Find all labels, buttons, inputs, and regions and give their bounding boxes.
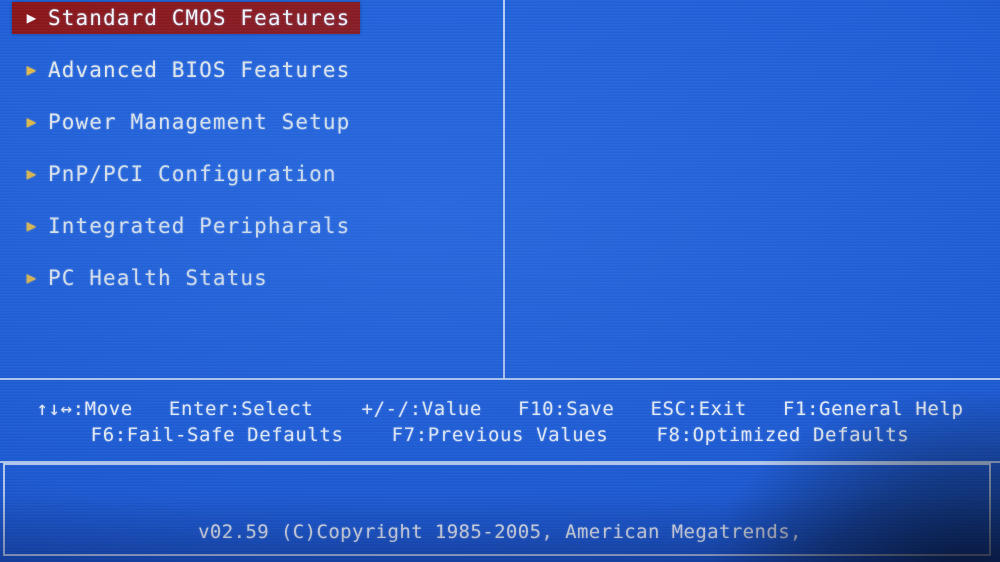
main-menu-panel: ▶ Standard CMOS Features ▶ Advanced BIOS…: [0, 0, 1000, 380]
menu-item-label: Power Management Setup: [48, 110, 351, 134]
copyright-text: v02.59 (C)Copyright 1985-2005, American …: [198, 521, 802, 543]
hotkey-help-line-2: F6:Fail-Safe Defaults F7:Previous Values…: [90, 424, 910, 446]
menu-item-label: Integrated Peripharals: [48, 214, 351, 238]
menu-item-pnp-pci-configuration[interactable]: ▶ PnP/PCI Configuration: [12, 158, 347, 190]
arrow-right-icon: ▶: [26, 60, 38, 79]
arrow-right-icon: ▶: [26, 216, 38, 235]
arrow-right-icon: ▶: [26, 8, 38, 27]
arrow-right-icon: ▶: [26, 164, 38, 183]
menu-item-advanced-bios-features[interactable]: ▶ Advanced BIOS Features: [12, 54, 360, 86]
arrow-right-icon: ▶: [26, 112, 38, 131]
menu-item-pc-health-status[interactable]: ▶ PC Health Status: [12, 262, 278, 294]
menu-item-label: PnP/PCI Configuration: [48, 162, 337, 186]
menu-item-label: PC Health Status: [48, 266, 268, 290]
bios-setup-screen: ▶ Standard CMOS Features ▶ Advanced BIOS…: [0, 0, 1000, 562]
menu-item-power-management-setup[interactable]: ▶ Power Management Setup: [12, 106, 360, 138]
arrow-right-icon: ▶: [26, 268, 38, 287]
menu-item-standard-cmos-features[interactable]: ▶ Standard CMOS Features: [12, 2, 361, 34]
hotkey-help-bar: ↑↓↔:Move Enter:Select +/-/:Value F10:Sav…: [0, 379, 1000, 461]
hotkey-help-line-1: ↑↓↔:Move Enter:Select +/-/:Value F10:Sav…: [36, 398, 964, 420]
menu-item-label: Standard CMOS Features: [48, 6, 351, 30]
column-divider: [503, 0, 505, 379]
menu-item-label: Advanced BIOS Features: [48, 58, 351, 82]
menu-item-integrated-peripherals[interactable]: ▶ Integrated Peripharals: [12, 210, 360, 242]
